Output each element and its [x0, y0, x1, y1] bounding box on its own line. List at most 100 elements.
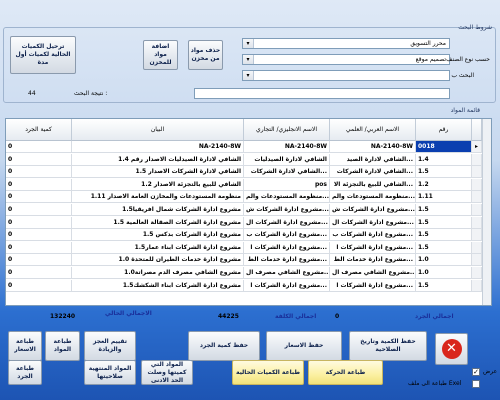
evaluate-shortage-button[interactable]: تقييم العجز والزيادة	[84, 331, 136, 361]
chevron-down-icon[interactable]: ▾	[243, 71, 254, 80]
table-cell-english[interactable]: مشروع الشافي مصرف ال...	[244, 267, 330, 279]
col-header-english[interactable]: الاسم الانجليزي/ التجاري	[244, 119, 330, 141]
table-cell-desc[interactable]: مشروع ادارة الشركات بدكس 1.5	[72, 229, 244, 242]
table-cell-english[interactable]: منظومة المستودعات والم...	[244, 191, 330, 204]
print-materials-button[interactable]: طباعة المواد	[45, 331, 80, 361]
excel-checkbox[interactable]	[472, 380, 480, 388]
row-selector[interactable]	[472, 178, 482, 191]
show-checkbox[interactable]: ✓	[472, 368, 480, 376]
table-cell-qty[interactable]: 0	[6, 267, 72, 279]
table-cell-desc[interactable]: مشروع ادارة الشركات ابناء عمار1.5	[72, 241, 244, 254]
print-inventory-button[interactable]: طباعة الجرد	[8, 360, 42, 385]
table-cell-english[interactable]: NA-2140-8W	[244, 141, 330, 153]
col-header-desc[interactable]: البيان	[72, 119, 244, 141]
close-button[interactable]: ✕	[435, 333, 468, 365]
table-cell-qty[interactable]: 0	[6, 216, 72, 229]
table-cell-english[interactable]: مشروع ادارة الشركات ش...	[244, 204, 330, 216]
table-cell-num[interactable]: 1.5	[416, 229, 472, 242]
table-cell-english[interactable]: مشروع ادارة الشركات ال...	[244, 216, 330, 229]
table-cell-english[interactable]: الشافي لادارة الصيدليات	[244, 153, 330, 166]
table-cell-desc[interactable]: مشروع ادارة الشركات الصقالة العالمية 1.5	[72, 216, 244, 229]
table-cell-english[interactable]: pos	[244, 178, 330, 191]
table-row[interactable]: 0 مشروع ادارة الشركات ابناء الشكشك1.5 مشرو…	[6, 279, 491, 292]
table-cell-qty[interactable]: 0	[6, 166, 72, 179]
table-row[interactable]: 0 مشروع ادارة الشركات بدكس 1.5 مشروع ادارة…	[6, 229, 491, 242]
table-cell-desc[interactable]: مشروع ادارة الشركات شمال افريقيا1.5	[72, 204, 244, 216]
save-inventory-qty-button[interactable]: حفظ كمية الجرد	[188, 331, 260, 361]
row-selector[interactable]	[472, 254, 482, 267]
row-selector[interactable]	[472, 153, 482, 166]
table-cell-qty[interactable]: 0	[6, 191, 72, 204]
materials-min-qty-button[interactable]: المواد التي كميتها وصلت الحد الادنى	[141, 360, 193, 385]
table-cell-qty[interactable]: 0	[6, 279, 72, 292]
table-cell-arabic[interactable]: مشروع ادارة خدمات الط...	[330, 254, 416, 267]
save-qty-expiry-button[interactable]: حفظ الكمية وتاريخ الصلاحية	[349, 331, 427, 361]
transfer-current-qty-button[interactable]: ترحيل الكميات الحالية لكميات أول مدة	[10, 36, 76, 74]
table-cell-arabic[interactable]: مشروع ادارة الشركات ش...	[330, 204, 416, 216]
table-row[interactable]: 0 الشافي لادارة الصيدليات الاصدار رقم 1.4…	[6, 153, 491, 166]
table-cell-arabic[interactable]: الشافي لادارة الصيد...	[330, 153, 416, 166]
table-cell-arabic[interactable]: مشروع ادارة الشركات ا...	[330, 241, 416, 254]
table-row[interactable]: 0 الشافي للبيع بالتجزئة الاصدار 1.2 pos الش…	[6, 178, 491, 191]
table-row[interactable]: 0 مشروع ادارة الشركات الصقالة العالمية 1.…	[6, 216, 491, 229]
table-cell-qty[interactable]: 0	[6, 178, 72, 191]
table-cell-qty[interactable]: 0	[6, 153, 72, 166]
col-header-qty[interactable]: كمية الجرد	[6, 119, 72, 141]
table-cell-arabic[interactable]: منظومة المستودعات والم...	[330, 191, 416, 204]
table-cell-desc[interactable]: الشافي لادارة الصيدليات الاصدار رقم 1.4	[72, 153, 244, 166]
table-cell-arabic[interactable]: الشافي للبيع بالتجزئة الا...	[330, 178, 416, 191]
table-cell-desc[interactable]: الشافي لادارة الشركات الاصدار 1.5	[72, 166, 244, 179]
search-input[interactable]	[194, 88, 450, 99]
table-cell-desc[interactable]: الشافي للبيع بالتجزئة الاصدار 1.2	[72, 178, 244, 191]
table-cell-desc[interactable]: NA-2140-8W	[72, 141, 244, 153]
chevron-down-icon[interactable]: ▾	[243, 55, 254, 64]
table-cell-arabic[interactable]: مشروع ادارة الشركات ب...	[330, 229, 416, 242]
delete-materials-button[interactable]: حذف مواد من مخزن	[188, 40, 223, 70]
table-row[interactable]: 0 مشروع ادارة الشركات ابناء عمار1.5 مشروع …	[6, 241, 491, 254]
table-cell-num[interactable]: 1.0	[416, 254, 472, 267]
table-cell-num[interactable]: 1.2	[416, 178, 472, 191]
col-header-arabic[interactable]: الاسم العربي/ العلمي	[330, 119, 416, 141]
row-selector[interactable]	[472, 267, 482, 279]
col-header-num[interactable]: رقم	[416, 119, 472, 141]
table-cell-arabic[interactable]: NA-2140-8W	[330, 141, 416, 153]
row-selector[interactable]	[472, 216, 482, 229]
save-prices-button[interactable]: حفظ الاسعار	[266, 331, 342, 361]
print-prices-button[interactable]: طباعة الاسعار	[8, 331, 42, 361]
table-cell-arabic[interactable]: مشروع ادارة الشركات ال...	[330, 216, 416, 229]
table-row[interactable]: 0 الشافي لادارة الشركات الاصدار 1.5 الشافي…	[6, 166, 491, 179]
table-cell-num[interactable]: 1.5	[416, 216, 472, 229]
row-selector[interactable]	[472, 166, 482, 179]
table-cell-desc[interactable]: مشروع ادارة خدمات الطيران للمتحدة 1.0	[72, 254, 244, 267]
add-materials-button[interactable]: اضافة مواد للمخزن	[143, 40, 178, 70]
table-row[interactable]: 0 مشروع ادارة الشركات شمال افريقيا1.5 مشرو…	[6, 204, 491, 216]
table-cell-english[interactable]: مشروع ادارة خدمات الط...	[244, 254, 330, 267]
table-cell-english[interactable]: مشروع ادارة الشركات ا...	[244, 279, 330, 292]
table-cell-qty[interactable]: 0	[6, 204, 72, 216]
chevron-down-icon[interactable]: ▾	[243, 39, 254, 48]
print-movement-button[interactable]: طباعة الحركة	[308, 360, 383, 385]
table-cell-desc[interactable]: منظومة المستودعات والمخازن العامة الاصدا…	[72, 191, 244, 204]
table-cell-num[interactable]: 1.0	[416, 267, 472, 279]
table-cell-qty[interactable]: 0	[6, 241, 72, 254]
row-selector[interactable]: ▸	[472, 141, 482, 153]
table-cell-num[interactable]: 1.11	[416, 191, 472, 204]
table-cell-num[interactable]: 1.5	[416, 204, 472, 216]
table-cell-desc[interactable]: مشروع ادارة الشركات ابناء الشكشك1.5	[72, 279, 244, 292]
table-cell-num[interactable]: 1.5	[416, 241, 472, 254]
table-cell-arabic[interactable]: مشروع ادارة الشركات ا...	[330, 279, 416, 292]
table-cell-english[interactable]: مشروع ادارة الشركات ب...	[244, 229, 330, 242]
table-cell-qty[interactable]: 0	[6, 141, 72, 153]
table-row[interactable]: 0 NA-2140-8W NA-2140-8W NA-2140-8W 0018 ▸	[6, 141, 491, 153]
row-selector[interactable]	[472, 279, 482, 292]
table-cell-english[interactable]: الشافي لادارة الشركات...	[244, 166, 330, 179]
table-cell-english[interactable]: مشروع ادارة الشركات ا...	[244, 241, 330, 254]
row-selector[interactable]	[472, 204, 482, 216]
row-selector[interactable]	[472, 191, 482, 204]
table-cell-num[interactable]: 1.5	[416, 279, 472, 292]
row-selector[interactable]	[472, 229, 482, 242]
table-cell-qty[interactable]: 0	[6, 229, 72, 242]
table-cell-desc[interactable]: مشروع الشافي مصرف الدم مصراتة1.0	[72, 267, 244, 279]
table-row[interactable]: 0 مشروع الشافي مصرف الدم مصراتة1.0 مشروع ا…	[6, 267, 491, 279]
table-cell-arabic[interactable]: مشروع الشافي مصرف ال...	[330, 267, 416, 279]
